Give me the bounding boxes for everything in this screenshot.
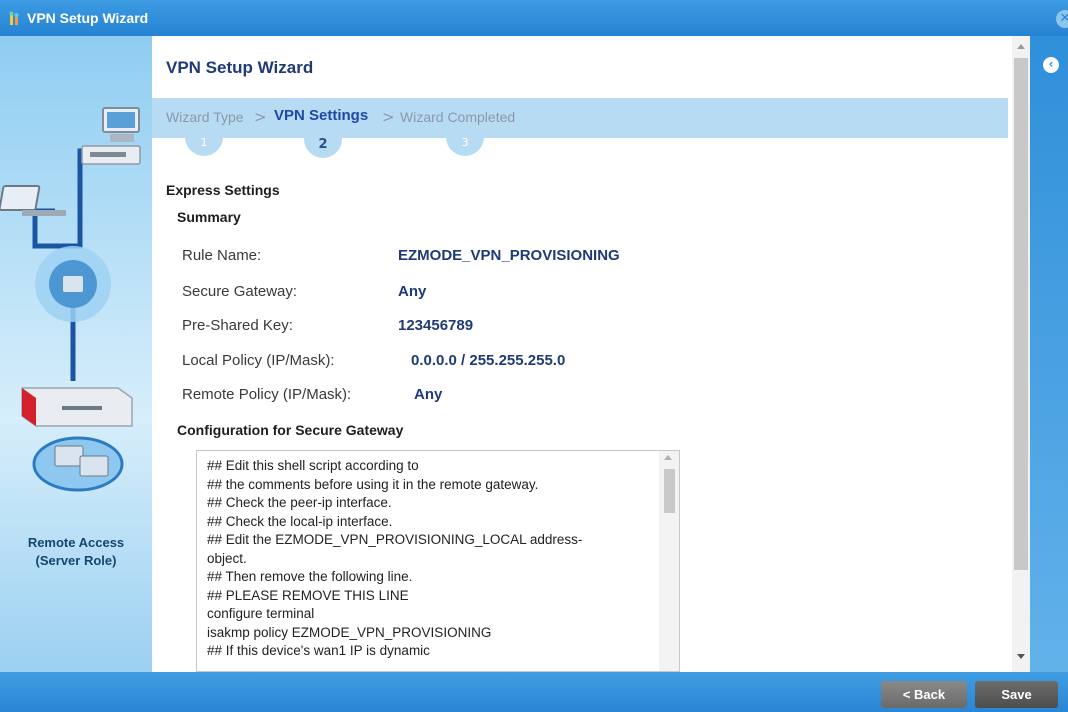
- wizard-steps-bar: Wizard Type > VPN Settings > Wizard Comp…: [152, 98, 1008, 138]
- script-scroll-thumb[interactable]: [664, 469, 675, 513]
- script-line: configure terminal: [207, 606, 315, 621]
- main-scrollbar[interactable]: [1012, 36, 1030, 672]
- script-text: ## Edit this shell script according to #…: [207, 457, 657, 661]
- help-panel-strip: ‹: [1030, 36, 1068, 672]
- vpn-wizard-window: VPN Setup Wizard ✕ Remote Access (Server…: [0, 0, 1068, 712]
- script-scrollbar[interactable]: [659, 451, 679, 671]
- main-scroll-thumb[interactable]: [1014, 58, 1028, 570]
- local-policy-label: Local Policy (IP/Mask):: [182, 352, 335, 369]
- pre-shared-key-value: 123456789: [398, 317, 474, 334]
- secure-gateway-label: Secure Gateway:: [182, 283, 298, 300]
- save-button[interactable]: Save: [975, 681, 1058, 708]
- local-policy-value: 0.0.0.0 / 255.255.255.0: [411, 352, 566, 369]
- script-line: ## the comments before using it in the r…: [207, 476, 539, 492]
- scroll-up-icon[interactable]: [664, 455, 672, 460]
- page-title: VPN Setup Wizard: [166, 58, 314, 77]
- chevron-right-icon: >: [382, 108, 395, 126]
- wizard-illustration-panel: Remote Access (Server Role): [0, 36, 152, 672]
- rule-name-label: Rule Name:: [182, 247, 262, 264]
- remote-policy-label: Remote Policy (IP/Mask):: [182, 386, 352, 403]
- step-vpn-settings: VPN Settings: [274, 107, 369, 124]
- server-role-label: Remote Access (Server Role): [27, 535, 125, 568]
- script-line: ## Check the peer-ip interface.: [207, 495, 392, 510]
- remote-policy-value: Any: [414, 386, 443, 403]
- step-number-3: 3: [446, 136, 484, 156]
- wizard-content: VPN Setup Wizard Wizard Type > VPN Setti…: [152, 36, 1012, 672]
- script-line: isakmp policy EZMODE_VPN_PROVISIONING: [207, 624, 492, 640]
- rule-name-value: EZMODE_VPN_PROVISIONING: [398, 247, 620, 264]
- config-secure-gateway-heading: Configuration for Secure Gateway: [177, 422, 404, 438]
- step-wizard-completed: Wizard Completed: [400, 109, 516, 125]
- chevron-left-icon[interactable]: ‹: [1043, 57, 1059, 73]
- chevron-right-icon: >: [254, 108, 267, 126]
- express-settings-heading: Express Settings: [166, 182, 280, 198]
- title-bar: VPN Setup Wizard ✕: [0, 0, 1068, 36]
- summary-heading: Summary: [177, 209, 241, 225]
- script-line: ## Check the local-ip interface.: [207, 513, 393, 529]
- network-diagram-illustration: [0, 107, 141, 492]
- close-icon[interactable]: ✕: [1056, 10, 1068, 28]
- wizard-icon: [9, 11, 19, 25]
- footer-bar: < Back Save: [0, 672, 1068, 712]
- scroll-up-icon[interactable]: [1017, 44, 1025, 49]
- script-line: ## Edit the EZMODE_VPN_PROVISIONING_LOCA…: [207, 532, 583, 547]
- gateway-script-textarea[interactable]: ## Edit this shell script according to #…: [196, 450, 680, 672]
- pre-shared-key-label: Pre-Shared Key:: [182, 317, 293, 334]
- step-number-1: 1: [185, 136, 223, 156]
- script-line: ## Edit this shell script according to: [207, 458, 419, 473]
- script-line: object.: [207, 550, 247, 566]
- back-button[interactable]: < Back: [881, 681, 967, 708]
- script-line: ## Then remove the following line.: [207, 569, 413, 584]
- step-number-2: 2: [304, 136, 342, 158]
- script-line: ## If this device's wan1 IP is dynamic: [207, 643, 430, 658]
- window-title: VPN Setup Wizard: [27, 10, 149, 26]
- script-line: ## PLEASE REMOVE THIS LINE: [207, 587, 409, 603]
- scroll-down-icon[interactable]: [1017, 654, 1025, 659]
- step-wizard-type: Wizard Type: [166, 109, 244, 125]
- secure-gateway-value: Any: [398, 283, 427, 300]
